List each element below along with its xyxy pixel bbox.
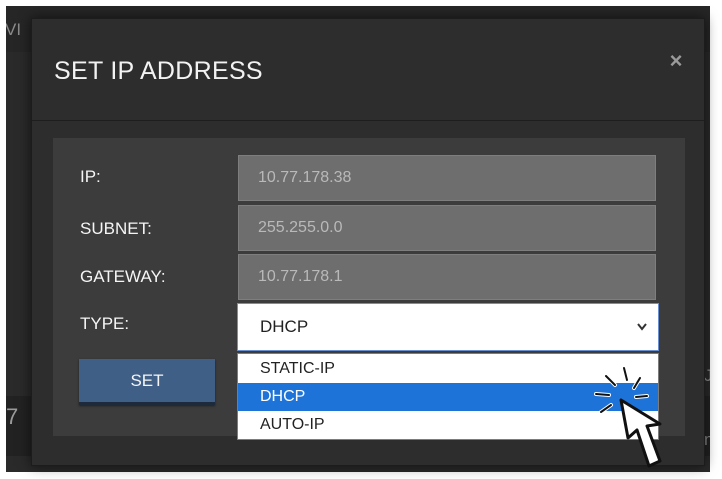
type-select[interactable]: DHCP [237, 303, 659, 351]
set-button[interactable]: SET [79, 359, 215, 405]
gateway-input[interactable]: 10.77.178.1 [238, 254, 656, 300]
ip-label: IP: [80, 167, 101, 186]
dialog-header: SET IP ADDRESS × [32, 19, 704, 121]
gateway-label: GATEWAY: [80, 267, 166, 286]
frame-edge [0, 0, 6, 479]
type-select-value: DHCP [260, 317, 309, 336]
frame-edge [0, 0, 722, 6]
background-partial-number: 7 [6, 404, 19, 429]
ip-input[interactable]: 10.77.178.38 [238, 155, 656, 201]
dialog-title: SET IP ADDRESS [54, 57, 263, 85]
frame-edge [710, 0, 722, 479]
background-partial-text: VI [5, 20, 22, 39]
close-icon[interactable]: × [664, 49, 688, 73]
type-label: TYPE: [80, 314, 130, 333]
subnet-label: SUBNET: [80, 219, 152, 238]
hand-pointer-icon [594, 366, 662, 468]
subnet-input[interactable]: 255.255.0.0 [238, 205, 656, 251]
